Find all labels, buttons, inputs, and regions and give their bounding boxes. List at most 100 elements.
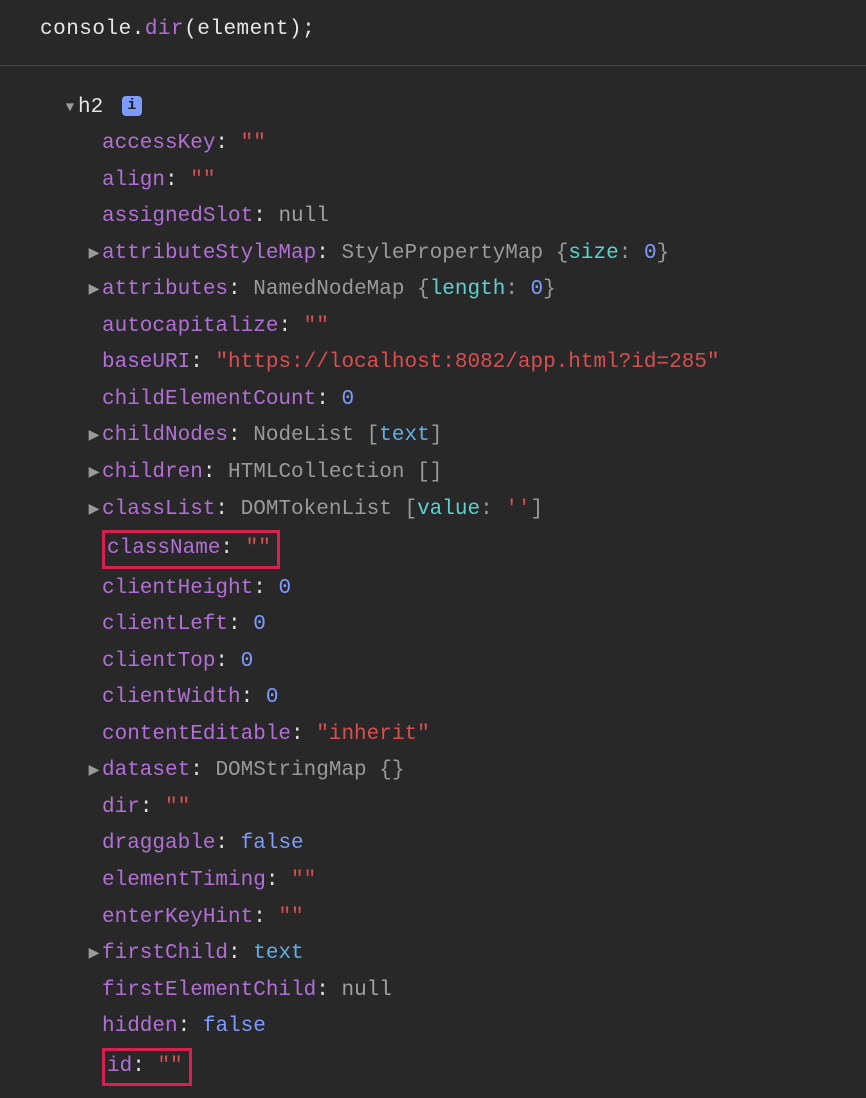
expand-toggle-icon[interactable]: ▶ <box>86 463 102 485</box>
property-key: childElementCount <box>102 388 316 411</box>
expand-toggle-icon[interactable]: ▶ <box>86 280 102 302</box>
property-value: "" <box>246 537 271 560</box>
brace-close: } <box>392 759 405 782</box>
property-value-type: NodeList <box>253 424 366 447</box>
property-colon: : <box>215 832 240 855</box>
property-colon: : <box>253 577 278 600</box>
property-key: className <box>107 537 220 560</box>
code-argument: element <box>197 18 289 41</box>
property-colon: : <box>228 278 253 301</box>
property-row: clientWidth: 0 <box>40 680 866 717</box>
property-key: classList <box>102 498 215 521</box>
property-colon: : <box>178 1015 203 1038</box>
root-tag-name: h2 <box>78 96 103 119</box>
property-value-type: DOMStringMap <box>215 759 379 782</box>
property-colon: : <box>266 869 291 892</box>
property-colon: : <box>316 388 341 411</box>
expand-toggle-icon[interactable]: ▶ <box>86 500 102 522</box>
brace-open: [ <box>404 498 417 521</box>
property-value: "" <box>278 906 303 929</box>
expand-toggle-icon[interactable]: ▼ <box>62 98 78 120</box>
property-row[interactable]: ▶dataset: DOMStringMap {} <box>40 753 866 790</box>
highlight-box: id: "" <box>102 1048 192 1087</box>
property-row: clientTop: 0 <box>40 644 866 681</box>
brace-close: } <box>657 242 670 265</box>
property-colon: : <box>203 461 228 484</box>
property-row: childElementCount: 0 <box>40 382 866 419</box>
summary-value: 0 <box>531 278 544 301</box>
property-colon: : <box>190 351 215 374</box>
property-key: autocapitalize <box>102 315 278 338</box>
summary-link-value[interactable]: text <box>253 942 303 965</box>
code-object: console <box>40 18 132 41</box>
summary-key: size <box>568 242 618 265</box>
property-row: contentEditable: "inherit" <box>40 717 866 754</box>
expand-toggle-icon[interactable]: ▶ <box>86 944 102 966</box>
property-row: assignedSlot: null <box>40 199 866 236</box>
property-key: clientWidth <box>102 686 241 709</box>
property-colon: : <box>316 979 341 1002</box>
object-root[interactable]: ▼h2 i <box>40 90 866 127</box>
property-key: children <box>102 461 203 484</box>
property-row: elementTiming: "" <box>40 863 866 900</box>
property-colon: : <box>291 723 316 746</box>
summary-value: '' <box>505 498 530 521</box>
code-function: dir <box>145 18 184 41</box>
property-key: clientHeight <box>102 577 253 600</box>
expand-toggle-icon[interactable]: ▶ <box>86 761 102 783</box>
property-value: "inherit" <box>316 723 429 746</box>
brace-open: { <box>379 759 392 782</box>
property-key: enterKeyHint <box>102 906 253 929</box>
summary-value: 0 <box>644 242 657 265</box>
property-key: attributes <box>102 278 228 301</box>
property-key: hidden <box>102 1015 178 1038</box>
property-key: draggable <box>102 832 215 855</box>
brace-close: ] <box>430 424 443 447</box>
property-value: false <box>203 1015 266 1038</box>
summary-key: value <box>417 498 480 521</box>
property-value-type: DOMTokenList <box>241 498 405 521</box>
property-colon: : <box>190 759 215 782</box>
property-row: dir: "" <box>40 790 866 827</box>
property-colon: : <box>316 242 341 265</box>
summary-link-value[interactable]: text <box>379 424 429 447</box>
property-row: baseURI: "https://localhost:8082/app.htm… <box>40 345 866 382</box>
property-value: "" <box>304 315 329 338</box>
property-value-type: HTMLCollection <box>228 461 417 484</box>
property-key: clientLeft <box>102 613 228 636</box>
property-colon: : <box>215 132 240 155</box>
property-key: firstChild <box>102 942 228 965</box>
brace-close: ] <box>531 498 544 521</box>
brace-open: { <box>417 278 430 301</box>
property-colon: : <box>215 498 240 521</box>
property-row: id: "" <box>40 1046 866 1089</box>
property-value: "" <box>157 1055 182 1078</box>
object-properties: accessKey: ""align: ""assignedSlot: null… <box>40 126 866 1088</box>
property-row[interactable]: ▶attributeStyleMap: StylePropertyMap {si… <box>40 236 866 273</box>
property-key: childNodes <box>102 424 228 447</box>
summary-sep: : <box>619 242 644 265</box>
brace-open: [ <box>367 424 380 447</box>
property-key: id <box>107 1055 132 1078</box>
info-icon[interactable]: i <box>122 96 142 116</box>
property-row[interactable]: ▶childNodes: NodeList [text] <box>40 418 866 455</box>
property-row[interactable]: ▶attributes: NamedNodeMap {length: 0} <box>40 272 866 309</box>
property-key: assignedSlot <box>102 205 253 228</box>
property-row[interactable]: ▶firstChild: text <box>40 936 866 973</box>
property-value-type: NamedNodeMap <box>253 278 417 301</box>
property-colon: : <box>241 686 266 709</box>
property-colon: : <box>220 537 245 560</box>
summary-sep: : <box>480 498 505 521</box>
property-row[interactable]: ▶children: HTMLCollection [] <box>40 455 866 492</box>
property-row: className: "" <box>40 528 866 571</box>
property-value: "" <box>241 132 266 155</box>
highlight-box: className: "" <box>102 530 280 569</box>
code-paren-close: ) <box>289 18 302 41</box>
property-row[interactable]: ▶classList: DOMTokenList [value: ''] <box>40 492 866 529</box>
property-row: clientHeight: 0 <box>40 571 866 608</box>
code-paren-open: ( <box>184 18 197 41</box>
brace-open: { <box>556 242 569 265</box>
expand-toggle-icon[interactable]: ▶ <box>86 426 102 448</box>
property-row: accessKey: "" <box>40 126 866 163</box>
expand-toggle-icon[interactable]: ▶ <box>86 244 102 266</box>
